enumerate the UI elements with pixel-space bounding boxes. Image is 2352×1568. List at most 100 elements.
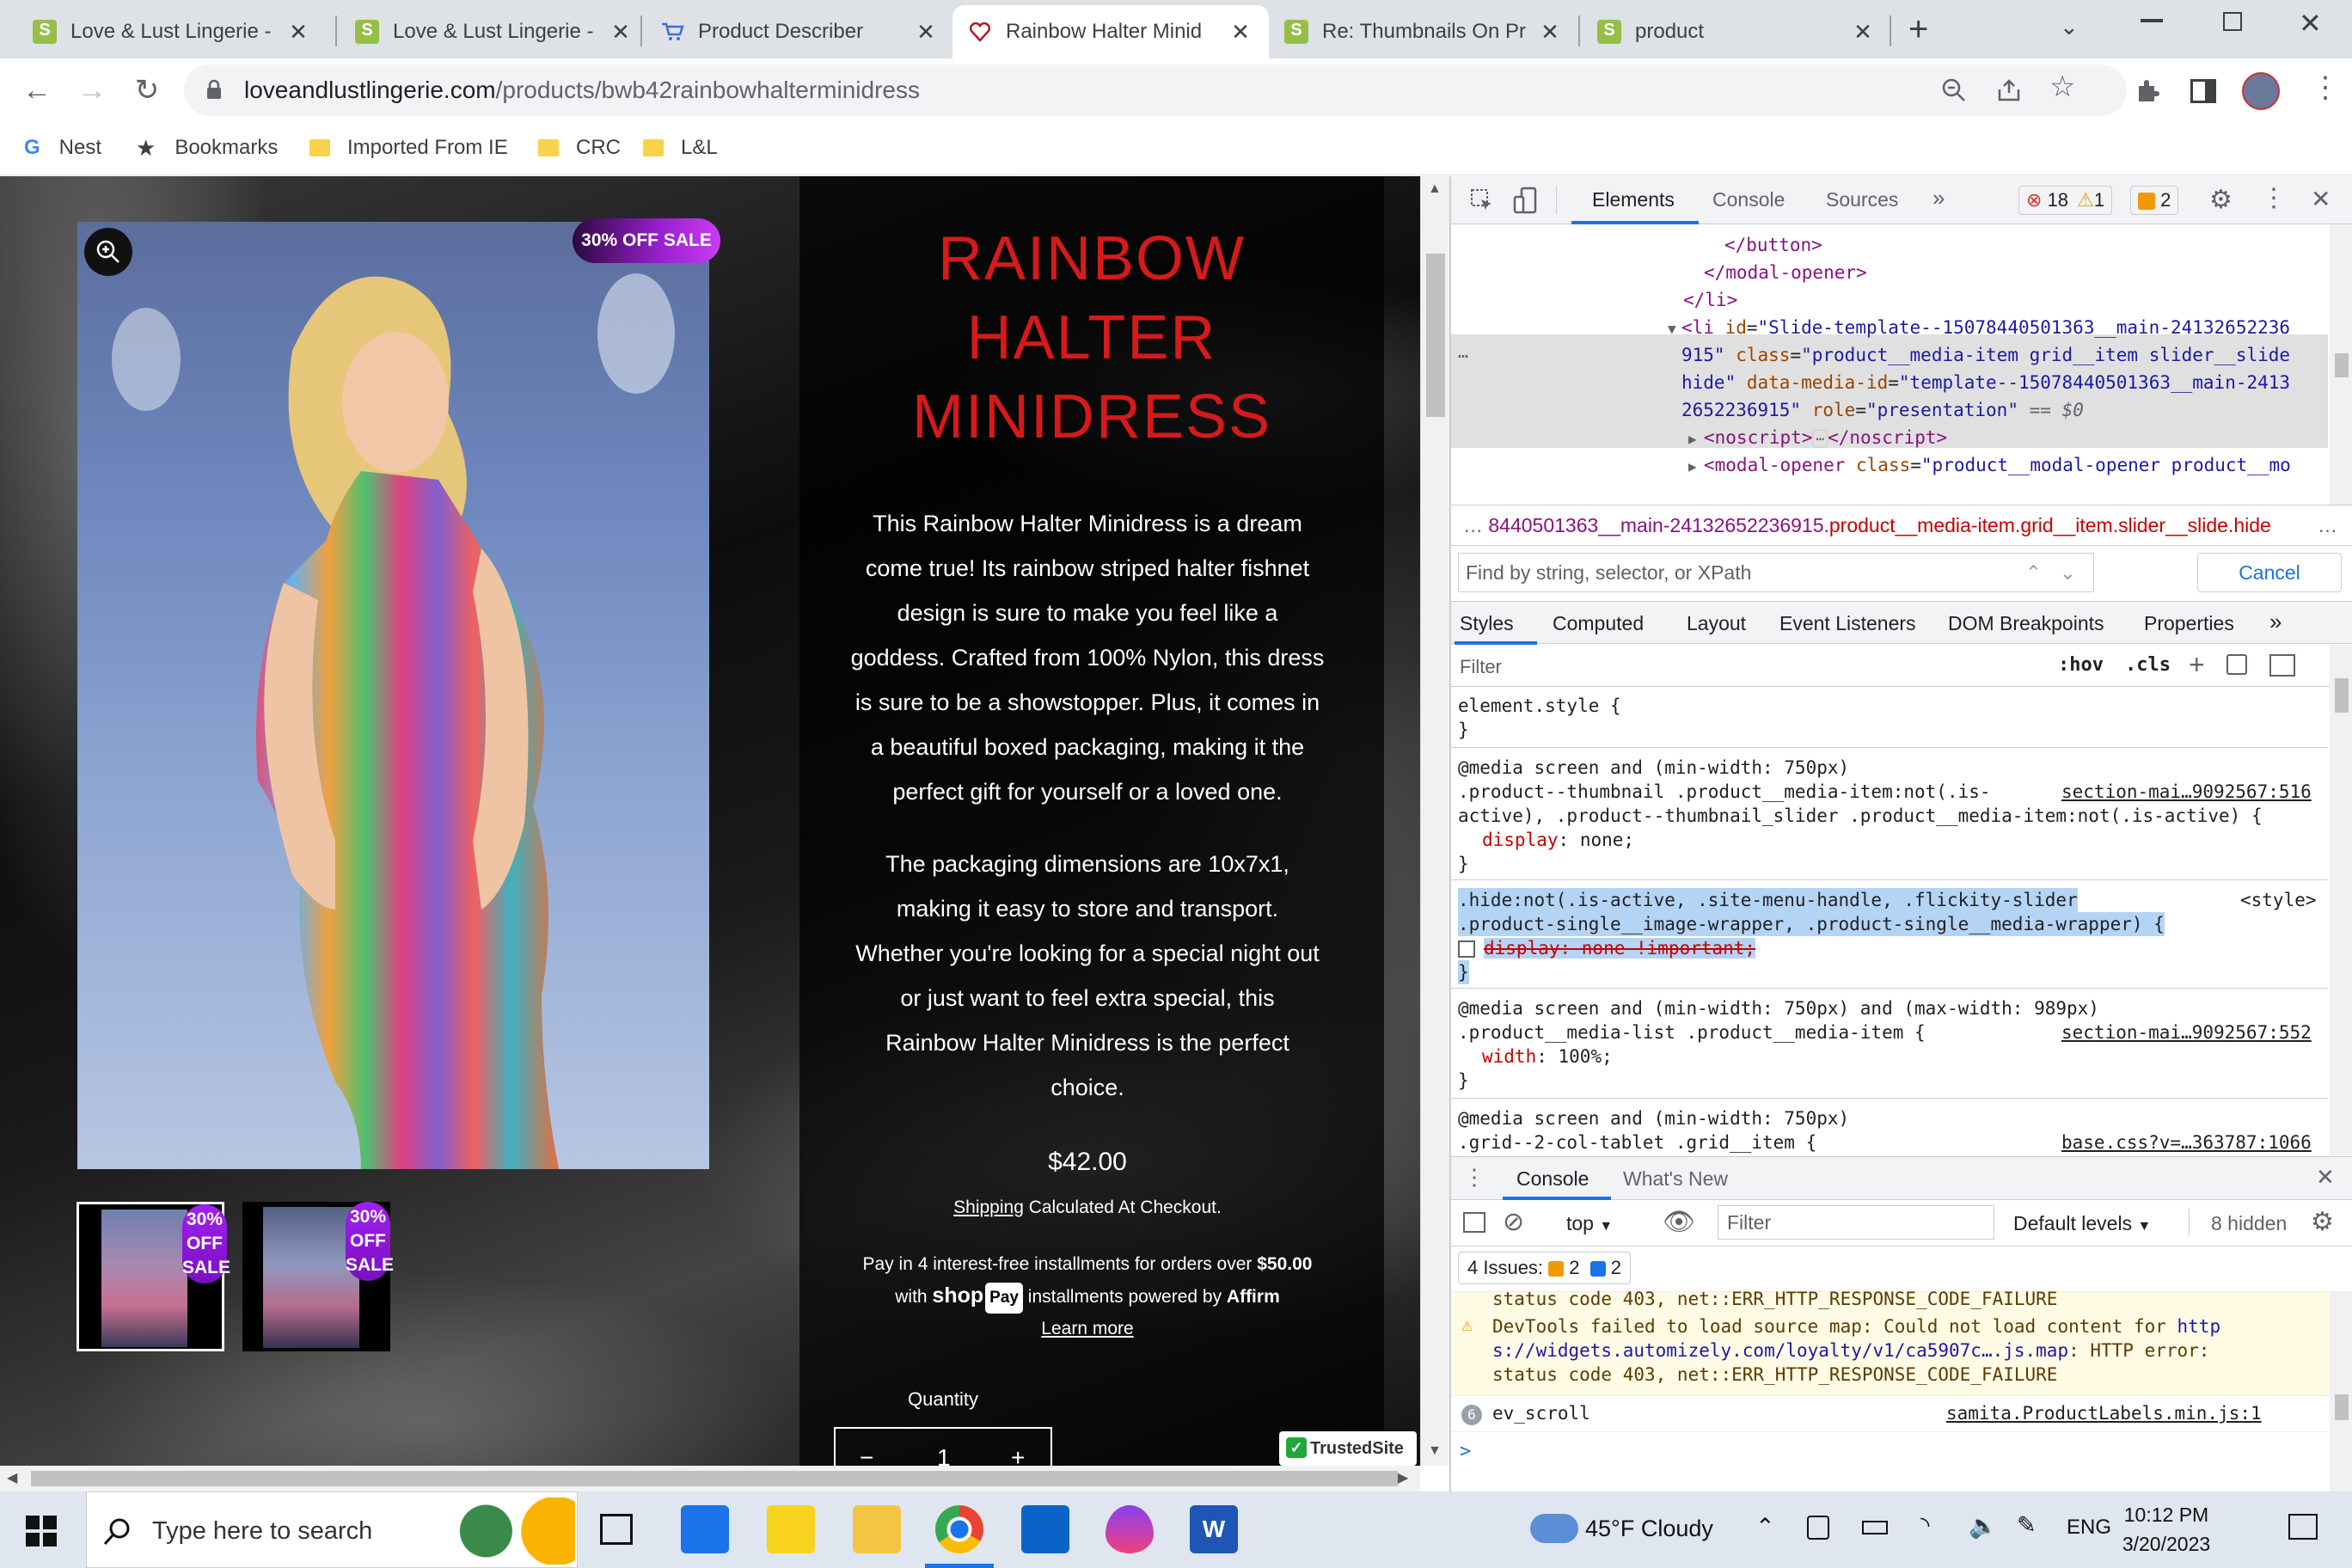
profile-avatar[interactable] (2242, 72, 2280, 110)
console-scrollbar[interactable] (2330, 1291, 2352, 1492)
scroll-up-arrow-icon[interactable]: ▲ (1428, 181, 1442, 197)
rule-selector[interactable]: .product--thumbnail .product__media-item… (1458, 780, 1991, 804)
context-selector[interactable]: top ▼ (1566, 1212, 1613, 1235)
class-toggle[interactable]: .cls (2125, 654, 2171, 676)
close-tab-icon[interactable]: ✕ (913, 19, 939, 46)
battery-icon[interactable] (1862, 1521, 1888, 1534)
tab-console[interactable]: Console (1712, 188, 1785, 211)
weather-cloud-icon[interactable] (1530, 1514, 1578, 1543)
dom-line[interactable]: </li> (1683, 286, 1737, 314)
scrollbar-thumb[interactable] (1426, 254, 1445, 417)
dom-line-selected[interactable]: 915" class="product__media-item grid__it… (1681, 341, 2290, 369)
forward-icon[interactable]: → (72, 70, 112, 110)
issues-counter[interactable]: 2 (2130, 186, 2179, 215)
bookmark-crc[interactable]: CRC (538, 132, 621, 163)
close-tab-icon[interactable]: ✕ (1228, 19, 1253, 46)
close-tab-icon[interactable]: ✕ (1850, 19, 1876, 46)
console-warning-message[interactable]: status code 403, net::ERR_HTTP_RESPONSE_… (1451, 1289, 2352, 1396)
word-icon[interactable]: W (1190, 1505, 1238, 1553)
rule-declaration[interactable]: display: none; (1482, 828, 1634, 852)
live-expression-eye-icon[interactable]: 👁 (1663, 1207, 1695, 1237)
dom-line-selected[interactable]: 2652236915" role="presentation" == $0 (1681, 396, 2084, 424)
find-next-icon[interactable]: ⌄ (2060, 554, 2076, 591)
declaration-checkbox[interactable] (1458, 940, 1475, 958)
find-input[interactable]: Find by string, selector, or XPath ⌃ ⌄ (1458, 553, 2094, 592)
console-sidebar-icon[interactable] (1463, 1212, 1485, 1233)
trustedsite-badge[interactable]: TrustedSite (1279, 1431, 1417, 1466)
quantity-value[interactable]: 1 (937, 1444, 951, 1466)
expand-triangle-icon[interactable]: ▼ (1668, 315, 1676, 343)
bookmark-imported-from-ie[interactable]: Imported From IE (309, 132, 508, 163)
tab-styles[interactable]: Styles (1460, 612, 1514, 635)
device-toolbar-icon[interactable] (1513, 187, 1539, 214)
bookmark-nest[interactable]: G Nest (24, 132, 101, 163)
rule-declaration-disabled[interactable]: display: none !important; (1458, 936, 1756, 960)
scrollbar-thumb[interactable] (2335, 678, 2349, 713)
dom-breadcrumb[interactable]: … 8440501363__main-24132652236915.produc… (1451, 505, 2352, 546)
extensions-icon[interactable] (2134, 77, 2161, 105)
minimize-icon[interactable] (2141, 19, 2163, 22)
row-actions-icon[interactable]: … (1458, 338, 1468, 365)
tray-overflow-icon[interactable]: ⌃ (1755, 1514, 1775, 1540)
tab-love-lust-1[interactable]: Love & Lust Lingerie - ✕ (17, 5, 327, 58)
rule-selector[interactable]: .grid--2-col-tablet .grid__item { (1458, 1130, 1816, 1155)
sticky-notes-icon[interactable] (767, 1505, 815, 1553)
close-tab-icon[interactable]: ✕ (608, 19, 634, 46)
tab-rainbow-halter[interactable]: Rainbow Halter Minid ✕ (952, 5, 1269, 58)
tab-product-describer[interactable]: Product Describer ✕ (645, 5, 954, 58)
new-rule-icon[interactable]: + (2189, 649, 2205, 681)
paint-icon[interactable] (2226, 654, 2247, 675)
scrollbar-thumb[interactable] (31, 1471, 1398, 1486)
zoom-button[interactable] (84, 228, 132, 276)
tab-properties[interactable]: Properties (2144, 612, 2234, 635)
rule-source-link[interactable]: base.css?v=…363787:1066 (2061, 1130, 2312, 1155)
console-settings-gear-icon[interactable]: ⚙ (2311, 1207, 2334, 1237)
console-filter-input[interactable]: Filter (1718, 1205, 1994, 1240)
log-source-link[interactable]: samita.ProductLabels.min.js:1 (1946, 1403, 2262, 1424)
rule-declaration[interactable]: width: 100%; (1482, 1044, 1613, 1069)
task-view-icon[interactable] (600, 1514, 633, 1545)
thumbnail-2[interactable]: 30% OFF SALE (242, 1202, 394, 1351)
rule-selector[interactable]: active), .product--thumbnail_slider .pro… (1458, 804, 2263, 828)
tab-computed[interactable]: Computed (1553, 612, 1644, 635)
zoom-icon[interactable] (1941, 77, 1967, 103)
quantity-increase-button[interactable]: + (1011, 1444, 1025, 1466)
reload-icon[interactable]: ↻ (127, 70, 167, 110)
dom-line-selected[interactable]: <li id="Slide-template--15078440501363__… (1681, 314, 2290, 341)
quantity-stepper[interactable]: − 1 + (834, 1427, 1052, 1466)
bookmark-bookmarks[interactable]: ★ Bookmarks (136, 132, 278, 163)
meet-now-icon[interactable] (1807, 1516, 1829, 1540)
tab-love-lust-2[interactable]: Love & Lust Lingerie - ✕ (340, 5, 649, 58)
page-horizontal-scrollbar[interactable]: ◀ ▶ (0, 1466, 1420, 1491)
styles-rules[interactable]: element.style { } @media screen and (min… (1451, 689, 2328, 1170)
address-bar[interactable]: loveandlustlingerie.com/products/bwb42ra… (184, 64, 2127, 116)
log-levels-dropdown[interactable]: Default levels ▼ (2013, 1212, 2151, 1235)
pen-icon[interactable]: ✎ (2017, 1512, 2037, 1539)
error-warning-counter[interactable]: ⊗ 18 ⚠1 (2018, 186, 2113, 215)
volume-icon[interactable]: 🔈 (1969, 1512, 1998, 1540)
restore-icon[interactable] (2223, 12, 2242, 31)
scroll-down-arrow-icon[interactable]: ▼ (1428, 1443, 1442, 1459)
rule-line[interactable]: element.style { (1458, 694, 1621, 718)
more-tabs-icon[interactable]: » (1932, 185, 1945, 211)
clear-console-icon[interactable]: ⊘ (1503, 1207, 1524, 1237)
new-tab-icon[interactable]: + (1908, 10, 1928, 49)
close-drawer-icon[interactable]: ✕ (2316, 1164, 2335, 1191)
drawer-menu-icon[interactable]: ⋮ (1463, 1164, 1485, 1191)
styles-scrollbar[interactable] (2330, 644, 2352, 1160)
tab-dom-breakpoints[interactable]: DOM Breakpoints (1948, 612, 2104, 635)
rule-selector-highlighted[interactable]: .product-single__image-wrapper, .product… (1458, 912, 2165, 936)
tab-layout[interactable]: Layout (1687, 612, 1746, 635)
shipping-link[interactable]: Shipping (953, 1197, 1024, 1217)
dom-line[interactable]: </modal-opener> (1704, 259, 1867, 286)
thumbnail-1[interactable]: 30% OFF SALE (77, 1202, 230, 1351)
rule-source-link[interactable]: section-mai…9092567:552 (2061, 1020, 2312, 1044)
dom-line[interactable]: </button> (1724, 231, 1822, 259)
mail-icon[interactable] (1021, 1505, 1069, 1553)
close-window-icon[interactable]: ✕ (2299, 7, 2322, 40)
ellipsis-icon[interactable]: ⋯ (1812, 430, 1828, 448)
dom-line[interactable]: <noscript> ⋯ </noscript> (1704, 424, 1947, 453)
issues-summary-button[interactable]: 4 Issues: 2 2 (1458, 1252, 1632, 1284)
more-subtabs-icon[interactable]: » (2269, 609, 2282, 635)
console-log-row[interactable]: 6 ev_scroll samita.ProductLabels.min.js:… (1451, 1398, 2352, 1432)
